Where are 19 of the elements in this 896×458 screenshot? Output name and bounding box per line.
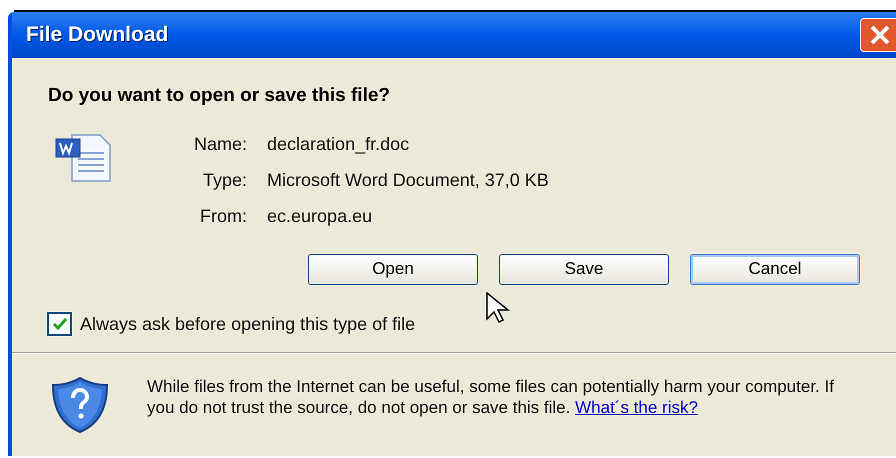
checkbox-label: Always ask before opening this type of file bbox=[80, 312, 416, 336]
question-text: Do you want to open or save this file? bbox=[48, 84, 392, 108]
field-label: Type: bbox=[202, 168, 248, 192]
close-button[interactable] bbox=[860, 18, 896, 52]
field-value: Microsoft Word Document, 37,0 KB bbox=[267, 168, 549, 192]
warning-text: While files from the Internet can be useful, some files can potentially harm your computer. If you do not trust the source, do not open or save this file. What´s the risk? bbox=[147, 376, 835, 418]
field-value: declaration_fr.doc bbox=[267, 132, 410, 156]
dialog-button[interactable]: Cancel bbox=[690, 254, 860, 284]
check-icon bbox=[52, 317, 68, 331]
close-icon bbox=[869, 24, 891, 46]
security-shield-icon bbox=[50, 376, 110, 434]
risk-link[interactable]: What´s the risk? bbox=[575, 398, 698, 416]
checkbox[interactable] bbox=[47, 312, 72, 336]
dialog-button[interactable]: Save bbox=[499, 254, 669, 284]
field-label: From: bbox=[199, 204, 248, 228]
field-label: Name: bbox=[194, 132, 248, 156]
field-value: ec.europa.eu bbox=[267, 204, 374, 228]
window-title: File Download bbox=[26, 22, 168, 48]
dialog-button[interactable]: Open bbox=[308, 254, 478, 284]
